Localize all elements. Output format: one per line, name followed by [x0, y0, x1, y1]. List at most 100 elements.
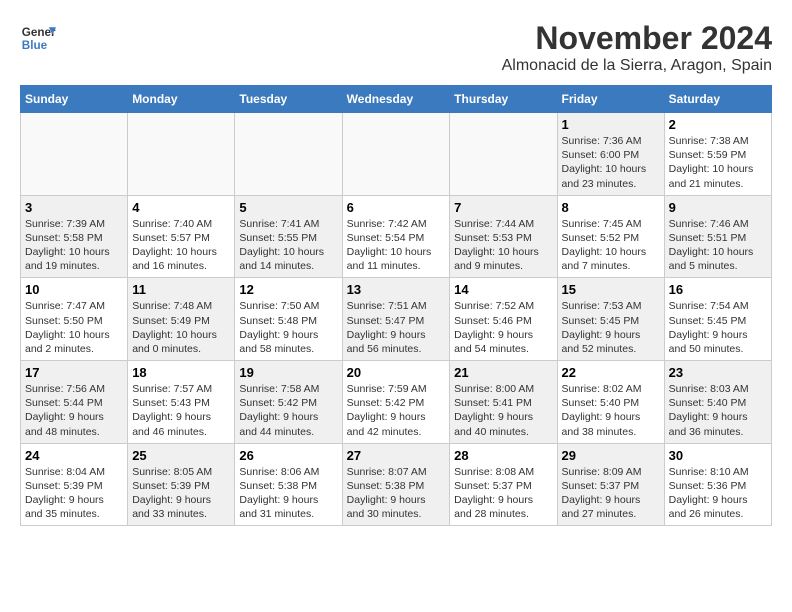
day-info: Sunrise: 7:39 AM Sunset: 5:58 PM Dayligh…: [25, 217, 123, 274]
calendar-cell: 15 Sunrise: 7:53 AM Sunset: 5:45 PM Dayli…: [557, 278, 664, 361]
weekday-header: Saturday: [664, 86, 771, 113]
calendar-cell: 9 Sunrise: 7:46 AM Sunset: 5:51 PM Daylig…: [664, 195, 771, 278]
day-number: 29: [562, 448, 660, 463]
day-number: 23: [669, 365, 767, 380]
day-number: 25: [132, 448, 230, 463]
day-info: Sunrise: 8:10 AM Sunset: 5:36 PM Dayligh…: [669, 465, 767, 522]
location-title: Almonacid de la Sierra, Aragon, Spain: [502, 57, 772, 75]
calendar-cell: 2Sunrise: 7:38 AM Sunset: 5:59 PM Daylig…: [664, 113, 771, 196]
day-number: 9: [669, 200, 767, 215]
calendar-cell: 17 Sunrise: 7:56 AM Sunset: 5:44 PM Dayli…: [21, 361, 128, 444]
day-number: 21: [454, 365, 552, 380]
day-info: Sunrise: 7:36 AM Sunset: 6:00 PM Dayligh…: [562, 134, 660, 191]
calendar-cell: 7 Sunrise: 7:44 AM Sunset: 5:53 PM Daylig…: [450, 195, 557, 278]
weekday-header: Tuesday: [235, 86, 342, 113]
calendar-week-row: 10Sunrise: 7:47 AM Sunset: 5:50 PM Dayli…: [21, 278, 772, 361]
day-info: Sunrise: 7:38 AM Sunset: 5:59 PM Dayligh…: [669, 134, 767, 191]
day-info: Sunrise: 7:52 AM Sunset: 5:46 PM Dayligh…: [454, 299, 552, 356]
calendar-cell: 28 Sunrise: 8:08 AM Sunset: 5:37 PM Dayli…: [450, 443, 557, 526]
day-number: 8: [562, 200, 660, 215]
day-info: Sunrise: 8:08 AM Sunset: 5:37 PM Dayligh…: [454, 465, 552, 522]
day-number: 14: [454, 282, 552, 297]
day-info: Sunrise: 7:45 AM Sunset: 5:52 PM Dayligh…: [562, 217, 660, 274]
weekday-header: Wednesday: [342, 86, 450, 113]
day-number: 10: [25, 282, 123, 297]
day-number: 4: [132, 200, 230, 215]
weekday-header: Friday: [557, 86, 664, 113]
day-info: Sunrise: 7:58 AM Sunset: 5:42 PM Dayligh…: [239, 382, 337, 439]
day-info: Sunrise: 8:07 AM Sunset: 5:38 PM Dayligh…: [347, 465, 446, 522]
day-number: 26: [239, 448, 337, 463]
day-info: Sunrise: 7:44 AM Sunset: 5:53 PM Dayligh…: [454, 217, 552, 274]
day-info: Sunrise: 8:04 AM Sunset: 5:39 PM Dayligh…: [25, 465, 123, 522]
day-info: Sunrise: 7:42 AM Sunset: 5:54 PM Dayligh…: [347, 217, 446, 274]
title-section: November 2024 Almonacid de la Sierra, Ar…: [502, 20, 772, 75]
calendar-cell: 22Sunrise: 8:02 AM Sunset: 5:40 PM Dayli…: [557, 361, 664, 444]
day-info: Sunrise: 7:46 AM Sunset: 5:51 PM Dayligh…: [669, 217, 767, 274]
day-number: 6: [347, 200, 446, 215]
calendar-cell: 25 Sunrise: 8:05 AM Sunset: 5:39 PM Dayli…: [128, 443, 235, 526]
day-number: 1: [562, 117, 660, 132]
calendar-cell: [21, 113, 128, 196]
calendar-cell: 12 Sunrise: 7:50 AM Sunset: 5:48 PM Dayli…: [235, 278, 342, 361]
day-info: Sunrise: 7:53 AM Sunset: 5:45 PM Dayligh…: [562, 299, 660, 356]
weekday-header: Thursday: [450, 86, 557, 113]
day-info: Sunrise: 8:09 AM Sunset: 5:37 PM Dayligh…: [562, 465, 660, 522]
day-info: Sunrise: 8:00 AM Sunset: 5:41 PM Dayligh…: [454, 382, 552, 439]
calendar-week-row: 3Sunrise: 7:39 AM Sunset: 5:58 PM Daylig…: [21, 195, 772, 278]
calendar-cell: 11 Sunrise: 7:48 AM Sunset: 5:49 PM Dayli…: [128, 278, 235, 361]
calendar-cell: 20Sunrise: 7:59 AM Sunset: 5:42 PM Dayli…: [342, 361, 450, 444]
day-number: 13: [347, 282, 446, 297]
day-number: 18: [132, 365, 230, 380]
day-number: 12: [239, 282, 337, 297]
weekday-header-row: SundayMondayTuesdayWednesdayThursdayFrid…: [21, 86, 772, 113]
calendar-cell: 6 Sunrise: 7:42 AM Sunset: 5:54 PM Daylig…: [342, 195, 450, 278]
day-info: Sunrise: 7:57 AM Sunset: 5:43 PM Dayligh…: [132, 382, 230, 439]
day-number: 11: [132, 282, 230, 297]
day-info: Sunrise: 7:56 AM Sunset: 5:44 PM Dayligh…: [25, 382, 123, 439]
calendar-cell: [342, 113, 450, 196]
calendar-cell: 29 Sunrise: 8:09 AM Sunset: 5:37 PM Dayli…: [557, 443, 664, 526]
calendar-cell: 5Sunrise: 7:41 AM Sunset: 5:55 PM Daylig…: [235, 195, 342, 278]
day-info: Sunrise: 8:05 AM Sunset: 5:39 PM Dayligh…: [132, 465, 230, 522]
calendar-cell: 30 Sunrise: 8:10 AM Sunset: 5:36 PM Dayli…: [664, 443, 771, 526]
calendar-cell: 26 Sunrise: 8:06 AM Sunset: 5:38 PM Dayli…: [235, 443, 342, 526]
calendar-cell: 23 Sunrise: 8:03 AM Sunset: 5:40 PM Dayli…: [664, 361, 771, 444]
calendar-cell: 1 Sunrise: 7:36 AM Sunset: 6:00 PM Daylig…: [557, 113, 664, 196]
day-info: Sunrise: 7:48 AM Sunset: 5:49 PM Dayligh…: [132, 299, 230, 356]
weekday-header: Monday: [128, 86, 235, 113]
day-number: 24: [25, 448, 123, 463]
day-info: Sunrise: 7:50 AM Sunset: 5:48 PM Dayligh…: [239, 299, 337, 356]
day-number: 27: [347, 448, 446, 463]
calendar: SundayMondayTuesdayWednesdayThursdayFrid…: [20, 85, 772, 526]
header: General Blue November 2024 Almonacid de …: [20, 20, 772, 75]
logo-icon: General Blue: [20, 20, 56, 56]
calendar-week-row: 17 Sunrise: 7:56 AM Sunset: 5:44 PM Dayli…: [21, 361, 772, 444]
calendar-cell: 19 Sunrise: 7:58 AM Sunset: 5:42 PM Dayli…: [235, 361, 342, 444]
day-info: Sunrise: 8:03 AM Sunset: 5:40 PM Dayligh…: [669, 382, 767, 439]
calendar-cell: 24 Sunrise: 8:04 AM Sunset: 5:39 PM Dayli…: [21, 443, 128, 526]
calendar-cell: [235, 113, 342, 196]
day-info: Sunrise: 7:40 AM Sunset: 5:57 PM Dayligh…: [132, 217, 230, 274]
day-number: 17: [25, 365, 123, 380]
day-number: 28: [454, 448, 552, 463]
day-number: 7: [454, 200, 552, 215]
calendar-cell: 27 Sunrise: 8:07 AM Sunset: 5:38 PM Dayli…: [342, 443, 450, 526]
calendar-cell: 21 Sunrise: 8:00 AM Sunset: 5:41 PM Dayli…: [450, 361, 557, 444]
day-number: 19: [239, 365, 337, 380]
calendar-cell: 10Sunrise: 7:47 AM Sunset: 5:50 PM Dayli…: [21, 278, 128, 361]
day-number: 30: [669, 448, 767, 463]
calendar-cell: 4 Sunrise: 7:40 AM Sunset: 5:57 PM Daylig…: [128, 195, 235, 278]
logo: General Blue: [20, 20, 56, 56]
day-number: 16: [669, 282, 767, 297]
weekday-header: Sunday: [21, 86, 128, 113]
day-number: 5: [239, 200, 337, 215]
svg-text:Blue: Blue: [22, 39, 48, 52]
day-number: 20: [347, 365, 446, 380]
calendar-cell: 13Sunrise: 7:51 AM Sunset: 5:47 PM Dayli…: [342, 278, 450, 361]
day-info: Sunrise: 8:06 AM Sunset: 5:38 PM Dayligh…: [239, 465, 337, 522]
day-info: Sunrise: 7:54 AM Sunset: 5:45 PM Dayligh…: [669, 299, 767, 356]
day-number: 15: [562, 282, 660, 297]
day-info: Sunrise: 8:02 AM Sunset: 5:40 PM Dayligh…: [562, 382, 660, 439]
calendar-cell: 14 Sunrise: 7:52 AM Sunset: 5:46 PM Dayli…: [450, 278, 557, 361]
